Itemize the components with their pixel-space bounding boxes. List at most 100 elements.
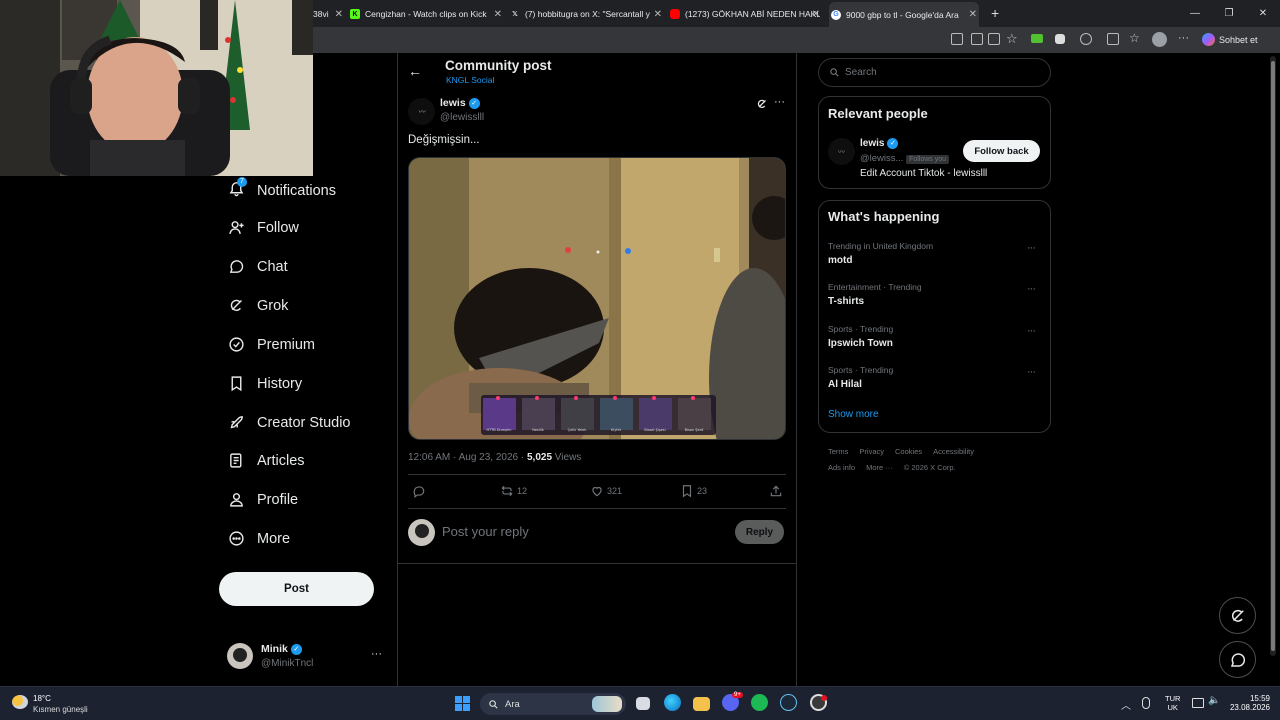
reply-action[interactable]	[412, 484, 429, 498]
screenshot-icon[interactable]	[951, 33, 963, 45]
grok-float-button[interactable]	[1219, 597, 1256, 634]
weather-text[interactable]: Kısmen güneşli	[33, 705, 88, 714]
like-action[interactable]: 321	[590, 484, 622, 498]
browser-tab[interactable]: 38vi ✕	[313, 4, 343, 24]
taskbar-search[interactable]: Ara	[480, 693, 626, 715]
close-window-icon[interactable]: ✕	[1246, 0, 1280, 27]
browser-tab[interactable]: (1273) GÖKHAN ABİ NEDEN HAKL ✕	[670, 4, 820, 24]
author-handle[interactable]: @lewisslll	[440, 112, 484, 123]
nav-label: Articles	[257, 452, 305, 469]
footer-link[interactable]: More ···	[866, 463, 893, 472]
language-indicator[interactable]: TUR UK	[1165, 694, 1180, 712]
extension-icon[interactable]	[1031, 34, 1043, 43]
account-menu-icon[interactable]: ···	[371, 648, 382, 660]
menu-icon[interactable]: ···	[1178, 32, 1189, 44]
reply-input[interactable]: Post your reply	[442, 524, 529, 539]
nav-item-premium[interactable]: Premium	[228, 336, 315, 353]
monitor-icon[interactable]	[1192, 698, 1204, 708]
author-name[interactable]: lewis ✓	[440, 97, 480, 109]
nav-item-articles[interactable]: Articles	[228, 452, 305, 469]
trend-item[interactable]: Entertainment · Trending T-shirts	[828, 282, 922, 307]
person-name[interactable]: lewis ✓	[860, 138, 899, 149]
person-avatar[interactable]: 〰	[828, 138, 855, 165]
scrollbar[interactable]	[1270, 56, 1276, 656]
author-avatar[interactable]: 〰	[408, 98, 435, 125]
copilot-icon[interactable]	[1202, 33, 1215, 46]
close-icon[interactable]: ✕	[494, 9, 502, 20]
browser-tab[interactable]: K Cengizhan - Watch clips on Kick ✕	[350, 4, 502, 24]
post-media[interactable]: HTTB Dumplin Nesilik Çelik Yelek Kiyfet …	[408, 157, 786, 440]
trend-item[interactable]: Sports · Trending Ipswich Town	[828, 324, 893, 349]
follow-back-button[interactable]: Follow back	[963, 140, 1040, 162]
avatar[interactable]	[227, 643, 253, 669]
nav-item-profile[interactable]: Profile	[228, 491, 298, 508]
share-action[interactable]	[769, 484, 786, 498]
windows-start-icon[interactable]	[455, 696, 470, 711]
split-screen-icon[interactable]	[1107, 33, 1119, 45]
reply-button[interactable]: Reply	[735, 520, 784, 544]
extension-icon[interactable]	[1055, 34, 1065, 44]
footer-link[interactable]: Privacy	[859, 447, 884, 456]
community-link[interactable]: KNGL Social	[446, 75, 494, 85]
verified-icon: ✓	[887, 138, 899, 149]
nav-item-chat[interactable]: Chat	[228, 258, 288, 275]
nav-item-follow[interactable]: Follow	[228, 219, 299, 236]
reader-icon[interactable]	[988, 33, 1000, 45]
footer-link[interactable]: Ads info	[828, 463, 855, 472]
browser-tab[interactable]: 𝕏 (7) hobbitugra on X: "Sercantall y ✕	[510, 4, 662, 24]
footer-link[interactable]: Accessibility	[933, 447, 974, 456]
post-menu-icon[interactable]: ···	[774, 96, 785, 108]
close-icon[interactable]: ✕	[812, 9, 820, 20]
trend-menu-icon[interactable]: ···	[1027, 366, 1036, 378]
nav-item-more[interactable]: More	[228, 530, 290, 547]
weather-icon[interactable]	[12, 695, 28, 709]
minimize-icon[interactable]: —	[1178, 0, 1212, 27]
close-icon[interactable]: ✕	[969, 9, 977, 20]
bookmark-action[interactable]: 23	[680, 484, 707, 498]
volume-icon[interactable]: 🔈	[1208, 695, 1220, 706]
back-arrow-icon[interactable]: ←	[408, 63, 422, 79]
new-tab-button[interactable]: +	[991, 5, 999, 21]
trend-item[interactable]: Sports · Trending Al Hilal	[828, 365, 893, 390]
close-icon[interactable]: ✕	[654, 9, 662, 20]
nav-label: Follow	[257, 219, 299, 236]
search-input[interactable]: Search	[818, 58, 1051, 87]
task-view-icon[interactable]	[636, 697, 650, 710]
translate-icon[interactable]	[971, 33, 983, 45]
favorites-icon[interactable]: ☆	[1129, 31, 1140, 45]
edge-icon[interactable]	[664, 694, 681, 711]
microphone-icon[interactable]	[1142, 697, 1150, 709]
repost-action[interactable]: 12	[500, 484, 527, 498]
spotify-icon[interactable]	[751, 694, 768, 711]
file-explorer-icon[interactable]	[693, 697, 710, 711]
scrollbar-thumb[interactable]	[1271, 61, 1275, 651]
steam-icon[interactable]	[780, 694, 797, 711]
footer-link[interactable]: Terms	[828, 447, 848, 456]
trend-name: motd	[828, 255, 853, 266]
grok-icon[interactable]	[756, 98, 768, 110]
trend-menu-icon[interactable]: ···	[1027, 242, 1036, 254]
trend-menu-icon[interactable]: ···	[1027, 283, 1036, 295]
star-icon[interactable]: ☆	[1006, 31, 1018, 47]
profile-avatar[interactable]	[1152, 32, 1167, 47]
close-icon[interactable]: ✕	[335, 9, 343, 20]
clock[interactable]: 15:59 23.08.2026	[1226, 694, 1270, 712]
extension-icon[interactable]	[1080, 33, 1092, 45]
weather-temp[interactable]: 18°C	[33, 694, 51, 703]
maximize-icon[interactable]: ❐	[1212, 0, 1246, 27]
post-button[interactable]: Post	[219, 572, 374, 606]
repost-count: 12	[517, 486, 528, 496]
trend-menu-icon[interactable]: ···	[1027, 325, 1036, 337]
trend-item[interactable]: Trending in United Kingdom motd	[828, 241, 933, 266]
show-more-link[interactable]: Show more	[828, 409, 879, 420]
footer-link[interactable]: Cookies	[895, 447, 922, 456]
nav-item-grok[interactable]: Grok	[228, 297, 288, 314]
nav-item-notifications[interactable]: 7 Notifications	[228, 177, 336, 201]
nav-item-history[interactable]: History	[228, 375, 302, 392]
browser-tab-active[interactable]: G 9000 gbp to tl - Google'da Ara ✕	[829, 2, 979, 27]
nav-item-creator-studio[interactable]: Creator Studio	[228, 414, 351, 431]
sohbet-button[interactable]: Sohbet et	[1219, 35, 1258, 45]
messages-float-button[interactable]	[1219, 641, 1256, 678]
page-title: Community post	[445, 58, 552, 73]
chevron-up-icon[interactable]: ︿	[1121, 697, 1131, 712]
